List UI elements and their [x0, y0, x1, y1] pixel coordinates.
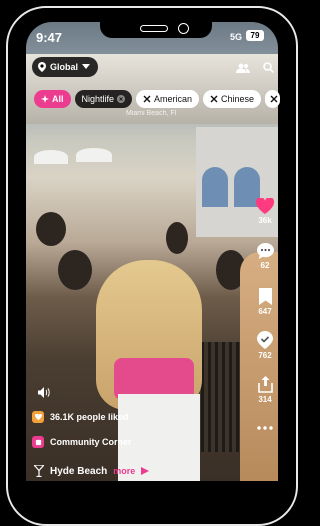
community-corner-link[interactable]: Community Corner — [32, 436, 132, 448]
save-button[interactable]: 647 — [252, 288, 278, 316]
location-selector[interactable]: Global — [32, 57, 99, 77]
chip-all[interactable]: All — [34, 90, 71, 108]
volume-button[interactable] — [38, 385, 50, 403]
fork-knife-icon — [270, 95, 278, 103]
comment-icon — [256, 243, 274, 259]
crowd — [166, 222, 188, 254]
camera-notch — [100, 22, 212, 38]
side-person — [240, 252, 278, 481]
heart-badge-icon — [32, 411, 44, 423]
martini-icon — [34, 465, 44, 477]
close-icon — [117, 95, 126, 103]
arrow-icon — [141, 467, 150, 475]
search-icon[interactable] — [263, 60, 274, 78]
crowd — [36, 212, 66, 246]
fork-knife-icon — [143, 95, 151, 103]
likes-summary-text: 36.1K people liked — [50, 412, 129, 422]
share-icon — [257, 376, 273, 393]
umbrella — [76, 148, 112, 162]
comment-button[interactable]: 62 — [252, 243, 278, 270]
volume-icon — [38, 387, 50, 398]
share-count: 314 — [258, 395, 272, 404]
crowd — [58, 250, 92, 290]
more-link[interactable]: more — [113, 466, 135, 476]
venue-row[interactable]: Hyde Beach more — [34, 465, 150, 477]
chip-chinese[interactable]: Chinese — [203, 90, 262, 108]
chip-american[interactable]: American — [136, 90, 200, 108]
location-pin-icon — [38, 62, 46, 72]
bookmark-icon — [258, 288, 272, 305]
umbrella — [34, 150, 68, 164]
people-icon[interactable] — [236, 60, 250, 78]
chevron-down-icon — [82, 64, 91, 69]
sparkle-icon — [41, 95, 49, 103]
status-time: 9:47 — [36, 30, 63, 45]
save-count: 647 — [258, 307, 272, 316]
venue-name: Hyde Beach — [50, 465, 108, 477]
location-label: Global — [50, 62, 79, 72]
battery-indicator: 79 — [246, 30, 264, 41]
share-button[interactable]: 314 — [252, 376, 278, 404]
chip-nightlife[interactable]: Nightlife — [74, 90, 133, 108]
fork-knife-icon — [210, 95, 218, 103]
checkin-icon — [257, 331, 273, 349]
community-text: Community Corner — [50, 437, 132, 447]
more-button[interactable] — [252, 426, 278, 432]
checkin-button[interactable]: 762 — [252, 331, 278, 360]
status-network: 5G — [230, 32, 243, 42]
like-button[interactable]: 36k — [252, 198, 278, 225]
comment-count: 62 — [260, 261, 270, 270]
video-location-text: Miami Beach, Fl — [126, 110, 177, 117]
checkin-count: 762 — [258, 351, 272, 360]
likes-summary[interactable]: 36.1K people liked — [32, 411, 129, 423]
community-icon — [32, 436, 44, 448]
more-icon — [257, 426, 273, 430]
chip-more[interactable] — [265, 90, 281, 108]
heart-icon — [256, 198, 274, 214]
like-count: 36k — [258, 216, 272, 225]
category-chips: All Nightlife American Chinese — [34, 90, 281, 108]
